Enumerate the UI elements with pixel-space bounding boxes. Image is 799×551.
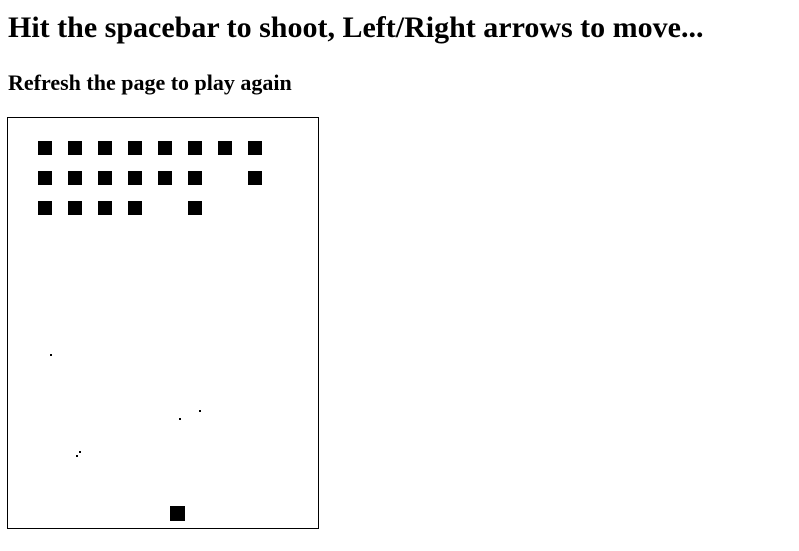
projectile — [179, 418, 181, 420]
invader-1-5 — [188, 171, 202, 185]
replay-hint-heading: Refresh the page to play again — [8, 70, 292, 95]
instructions-heading: Hit the spacebar to shoot, Left/Right ar… — [8, 11, 704, 44]
invader-0-5 — [188, 141, 202, 155]
invader-2-3 — [128, 201, 142, 215]
invader-0-3 — [128, 141, 142, 155]
invader-2-5 — [188, 201, 202, 215]
invader-1-3 — [128, 171, 142, 185]
invader-1-4 — [158, 171, 172, 185]
player-ship — [170, 506, 185, 521]
projectile — [199, 410, 201, 412]
game-board[interactable] — [7, 117, 319, 529]
invader-2-0 — [38, 201, 52, 215]
projectile — [50, 354, 52, 356]
invader-1-0 — [38, 171, 52, 185]
invader-0-6 — [218, 141, 232, 155]
invader-2-1 — [68, 201, 82, 215]
invader-1-2 — [98, 171, 112, 185]
invader-0-0 — [38, 141, 52, 155]
projectile — [79, 451, 81, 453]
projectile — [76, 455, 78, 457]
invader-1-1 — [68, 171, 82, 185]
invader-2-2 — [98, 201, 112, 215]
invader-0-1 — [68, 141, 82, 155]
invader-0-7 — [248, 141, 262, 155]
invader-0-4 — [158, 141, 172, 155]
invader-1-7 — [248, 171, 262, 185]
invader-0-2 — [98, 141, 112, 155]
page: Hit the spacebar to shoot, Left/Right ar… — [0, 0, 799, 551]
